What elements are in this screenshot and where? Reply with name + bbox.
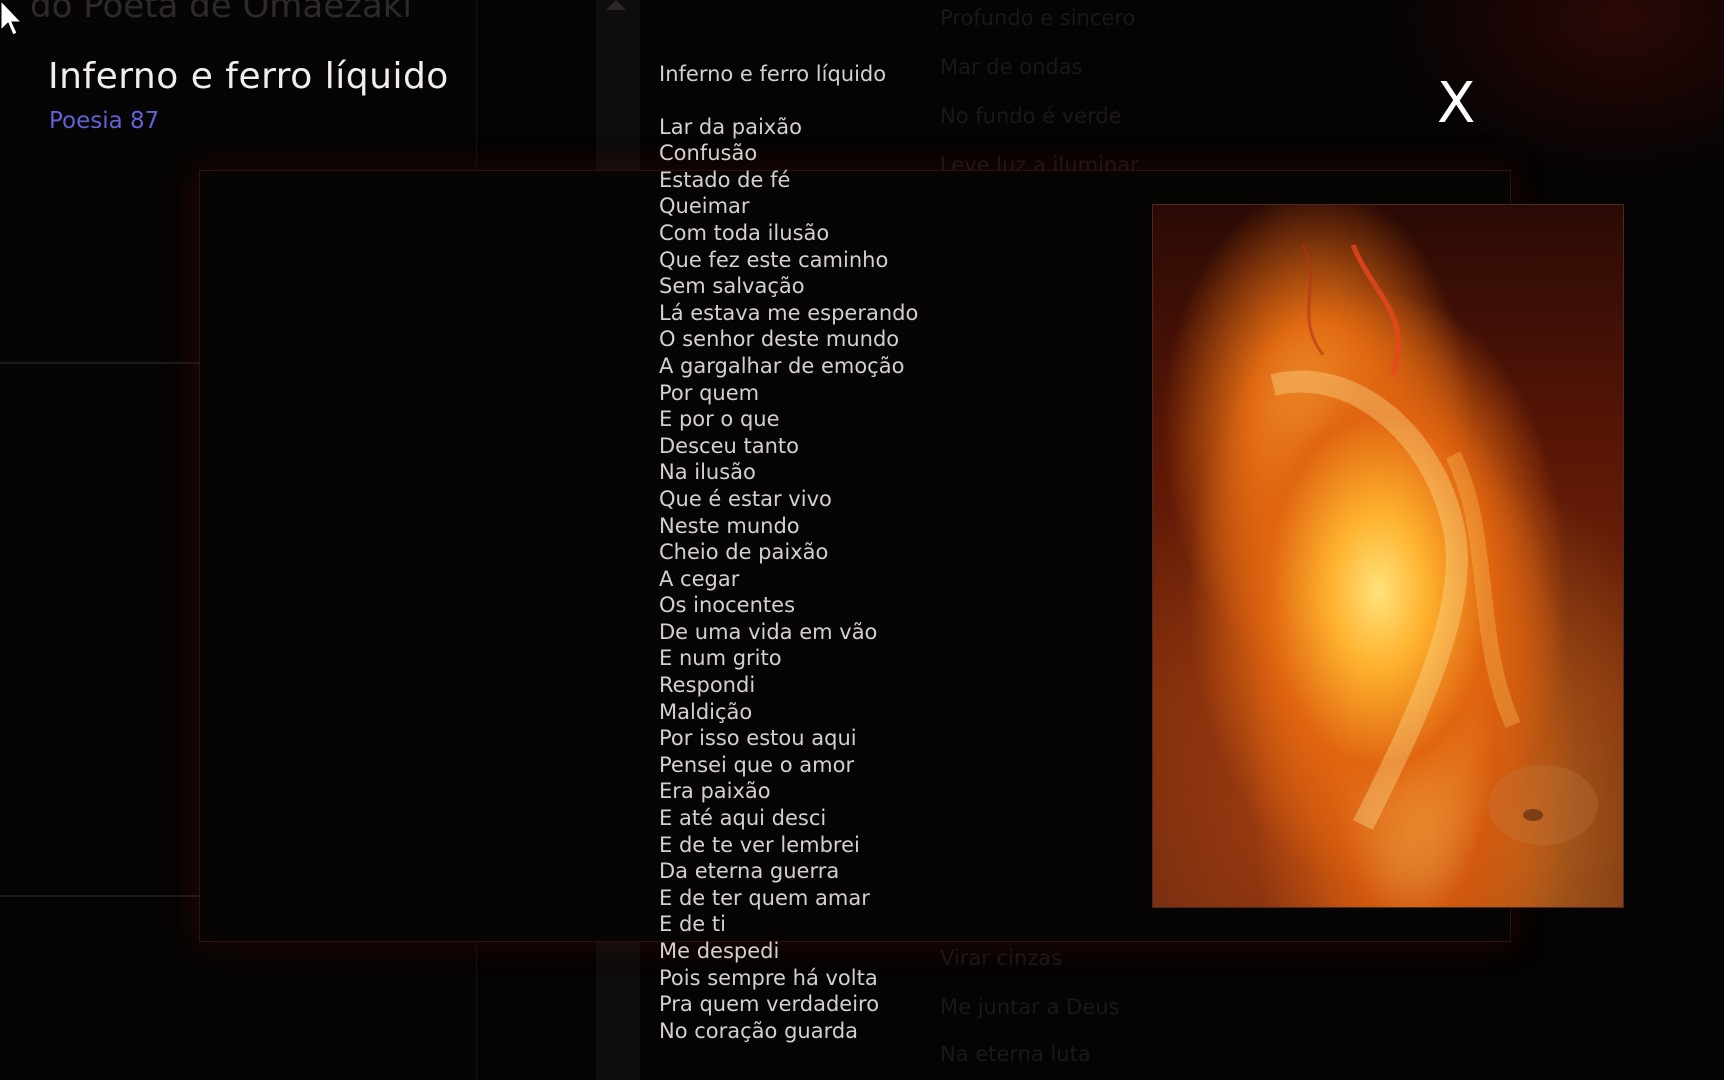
poem-line: Lá estava me esperando — [659, 300, 919, 325]
poem-line: E de te ver lembrei — [659, 832, 860, 857]
scroll-up-arrow-icon[interactable] — [606, 0, 626, 10]
poem-line: Queimar — [659, 194, 750, 219]
poem-line: Me despedi — [659, 939, 780, 963]
poem-line: Com toda ilusão — [659, 220, 830, 245]
poem-line: Era paixão — [659, 779, 771, 804]
fire-artwork-overlay — [1270, 244, 1598, 845]
poem-line: Estado de fé — [659, 167, 791, 192]
poem-line: Por quem — [659, 380, 760, 405]
poem-line: E de ter quem amar — [659, 885, 870, 910]
poem-line: No coração guarda — [659, 1018, 859, 1043]
poem-line: Que fez este caminho — [659, 247, 889, 272]
poem-line: E até aqui desci — [659, 806, 827, 831]
poem-line: Cheio de paixão — [659, 540, 829, 565]
poem-line: Desceu tanto — [659, 433, 799, 458]
poem-line: De uma vida em vão — [659, 619, 878, 644]
poem-line: A gargalhar de emoção — [659, 353, 905, 378]
poem-line: Respondi — [659, 673, 756, 698]
poem-title: Inferno e ferro líquido — [659, 62, 887, 86]
site-title: do Poeta de Omaezaki — [30, 0, 412, 26]
poem-line: Sem salvação — [659, 274, 805, 299]
background-glow — [1380, 0, 1724, 180]
poem-line: Pensei que o amor — [659, 752, 855, 777]
poem-line: E de ti — [659, 912, 726, 937]
fire-artwork-image — [1152, 204, 1624, 908]
poem-line: Na ilusão — [659, 460, 756, 485]
background-list-item: Na eterna luta — [940, 1042, 1091, 1066]
poem-line: A cegar — [659, 566, 740, 591]
poem-line: Lar da paixão — [659, 114, 802, 139]
poem-line: Por isso estou aqui — [659, 726, 857, 751]
poem-text: Inferno e ferro líquido Lar da paixão Con… — [659, 61, 989, 1044]
poem-line: Os inocentes — [659, 593, 796, 618]
poem-number[interactable]: Poesia 87 — [49, 108, 159, 134]
background-list-item: Profundo e sincero — [940, 6, 1136, 30]
poem-line: E por o que — [659, 407, 780, 432]
poem-line: Neste mundo — [659, 513, 800, 538]
poem-heading: Inferno e ferro líquido — [48, 56, 449, 97]
poem-line: Da eterna guerra — [659, 859, 840, 884]
poem-line: Que é estar vivo — [659, 486, 832, 511]
poem-line: O senhor deste mundo — [659, 327, 900, 352]
poem-line: E num grito — [659, 646, 782, 671]
poem-line: Confusão — [659, 141, 758, 166]
poem-line: Pois sempre há volta — [659, 965, 878, 990]
arrow-cursor-icon — [0, 0, 23, 36]
poem-line: Pra quem verdadeiro — [659, 992, 880, 1017]
poem-lines: Lar da paixão Confusão Estado de fé Queimar… — [659, 114, 989, 1045]
poem-line: Maldição — [659, 699, 753, 724]
close-button[interactable]: X — [1437, 76, 1475, 132]
